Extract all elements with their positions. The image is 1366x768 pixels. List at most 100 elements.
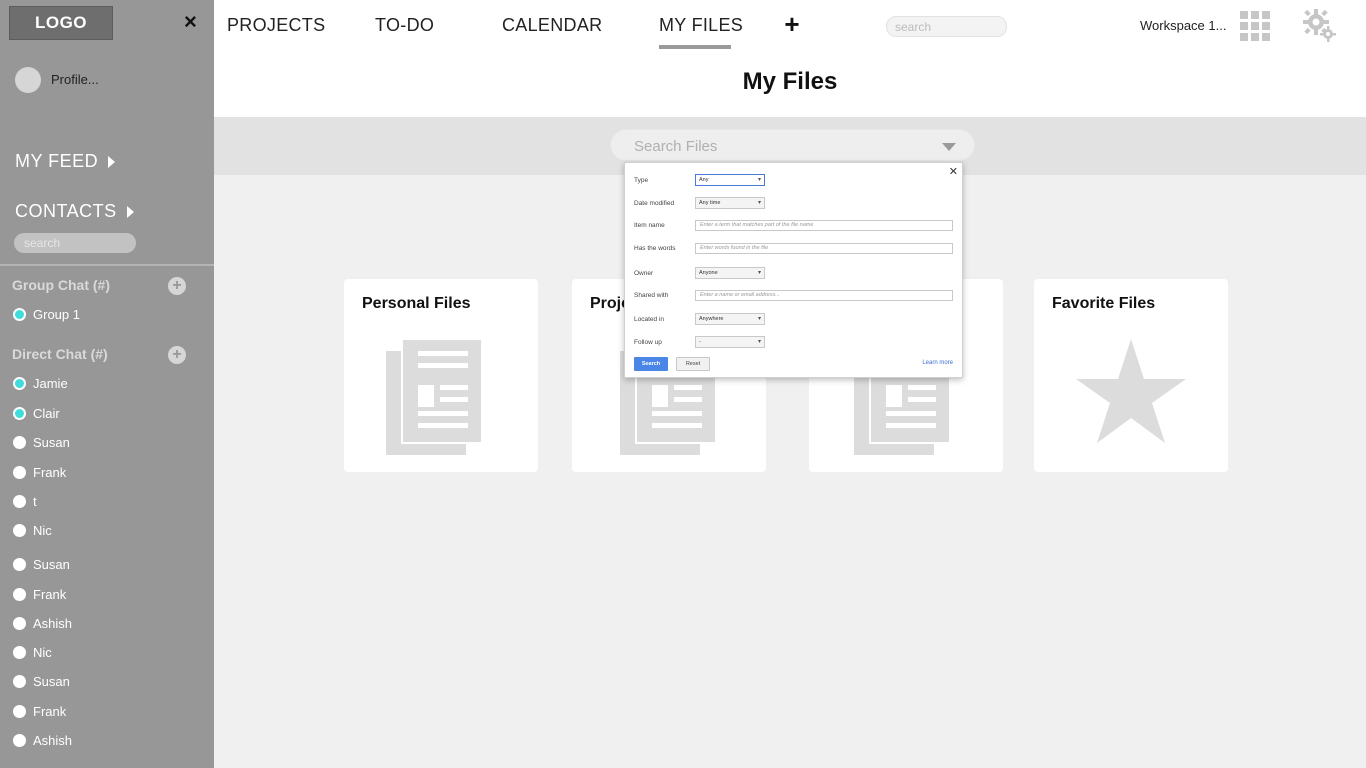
chat-item-label: Frank (33, 704, 67, 719)
tab-todo[interactable]: TO-DO (375, 15, 434, 36)
chat-item[interactable]: Frank (13, 465, 66, 480)
tab-my-files[interactable]: MY FILES (659, 15, 743, 36)
search-filter-row: Shared with Enter a name or email address… (634, 290, 953, 301)
search-button[interactable]: Search (634, 357, 668, 371)
filter-label: Has the words (634, 245, 676, 252)
tab-calendar[interactable]: CALENDAR (502, 15, 602, 36)
filter-select[interactable]: Anyone (695, 267, 765, 279)
offline-status-icon (13, 675, 26, 688)
chat-item[interactable]: Ashish (13, 616, 72, 631)
offline-status-icon (13, 436, 26, 449)
search-filter-row: Date modified Any time (634, 197, 765, 209)
search-filter-row: Located in Anywhere (634, 313, 765, 325)
chat-item-label: Ashish (33, 733, 73, 748)
contacts-label: CONTACTS (15, 201, 117, 221)
add-direct-chat-button[interactable]: + (168, 346, 186, 364)
filter-label: Shared with (634, 292, 669, 299)
filter-input[interactable]: Enter a name or email address... (695, 290, 953, 301)
close-sidebar-icon[interactable]: × (184, 10, 197, 34)
offline-status-icon (13, 617, 26, 630)
filter-select[interactable]: Anywhere (695, 313, 765, 325)
filter-label: Date modified (634, 199, 675, 207)
my-feed-link[interactable]: MY FEED (15, 151, 116, 172)
chat-item-label: Ashish (33, 616, 73, 631)
chat-item[interactable]: Frank (13, 587, 66, 602)
filter-select[interactable]: Any time (695, 197, 765, 209)
offline-status-icon (13, 734, 26, 747)
learn-more-link[interactable]: Learn more (922, 360, 953, 366)
chat-item[interactable]: Nic (13, 523, 52, 538)
direct-chat-heading: Direct Chat (#) (12, 346, 108, 362)
favorite-files-card[interactable]: Favorite Files (1034, 279, 1228, 472)
filter-select[interactable]: - (695, 336, 765, 348)
filter-label: Located in (634, 315, 664, 323)
page-title: My Files (742, 68, 838, 95)
workspace-selector[interactable]: Workspace 1... (1140, 18, 1226, 33)
online-status-icon (13, 377, 26, 390)
search-filter-row: Type Any (634, 174, 765, 186)
top-navigation: PROJECTS TO-DO CALENDAR MY FILES + Works… (214, 0, 1366, 50)
chat-item-label: Clair (33, 406, 60, 421)
chat-item-label: Jamie (33, 376, 68, 391)
advanced-search-popup: ✕ Type Any Date modified Any time Item name E… (624, 162, 963, 378)
search-files-placeholder: Search Files (634, 138, 718, 155)
chat-item-label: Nic (33, 645, 52, 660)
filter-input[interactable]: Enter a term that matches part of the fi… (695, 220, 953, 231)
chat-item[interactable]: Susan (13, 435, 70, 450)
add-group-chat-button[interactable]: + (168, 277, 186, 295)
contacts-search-input[interactable] (14, 233, 136, 253)
expand-arrow-icon (108, 155, 116, 168)
filter-label: Follow up (634, 338, 662, 346)
dropdown-caret-icon[interactable] (942, 143, 956, 151)
chat-item-label: Group 1 (33, 307, 80, 322)
card-title: Favorite Files (1052, 295, 1156, 312)
apps-grid-icon[interactable] (1240, 11, 1270, 41)
filter-input[interactable]: Enter words found in the file (695, 243, 953, 254)
offline-status-icon (13, 705, 26, 718)
chat-item[interactable]: Group 1 (13, 307, 80, 322)
my-feed-label: MY FEED (15, 151, 99, 171)
reset-button[interactable]: Reset (676, 357, 710, 371)
filter-label: Owner (634, 269, 654, 277)
active-tab-indicator (659, 45, 731, 49)
chat-item[interactable]: Nic (13, 645, 52, 660)
online-status-icon (13, 407, 26, 420)
chat-item[interactable]: t (13, 494, 37, 509)
offline-status-icon (13, 466, 26, 479)
sidebar-divider (0, 264, 214, 266)
offline-status-icon (13, 524, 26, 537)
chat-item[interactable]: Frank (13, 704, 66, 719)
close-icon[interactable]: ✕ (949, 165, 958, 178)
chat-item[interactable]: Jamie (13, 376, 68, 391)
chat-item-label: Frank (33, 465, 67, 480)
filter-label: Type (634, 176, 649, 184)
online-status-icon (13, 308, 26, 321)
search-files-input[interactable]: Search Files (610, 129, 975, 161)
add-tab-button[interactable]: + (780, 11, 804, 37)
card-title: Personal Files (362, 295, 471, 312)
logo: LOGO (9, 6, 113, 40)
tab-projects[interactable]: PROJECTS (227, 15, 325, 36)
offline-status-icon (13, 588, 26, 601)
chat-item-label: Susan (33, 557, 70, 572)
chat-item[interactable]: Clair (13, 406, 60, 421)
profile-link[interactable]: Profile... (51, 72, 99, 87)
group-chat-heading: Group Chat (#) (12, 277, 110, 293)
contacts-link[interactable]: CONTACTS (15, 201, 134, 222)
search-filter-row: Follow up - (634, 336, 765, 348)
star-icon (1076, 339, 1186, 443)
offline-status-icon (13, 495, 26, 508)
chat-item-label: Susan (33, 674, 70, 689)
personal-files-card[interactable]: Personal Files (344, 279, 538, 472)
page-header: My Files (214, 50, 1366, 117)
global-search-input[interactable] (886, 16, 1007, 37)
profile-avatar[interactable] (15, 67, 41, 93)
settings-gear-icon[interactable] (1302, 8, 1338, 44)
search-filter-row: Has the words Enter words found in the fi… (634, 243, 953, 254)
filter-select[interactable]: Any (695, 174, 765, 186)
chat-item[interactable]: Susan (13, 557, 70, 572)
filter-label: Item name (634, 222, 665, 229)
sidebar: LOGO × Profile... MY FEED CONTACTS Group… (0, 0, 214, 768)
chat-item[interactable]: Ashish (13, 733, 72, 748)
chat-item[interactable]: Susan (13, 674, 70, 689)
